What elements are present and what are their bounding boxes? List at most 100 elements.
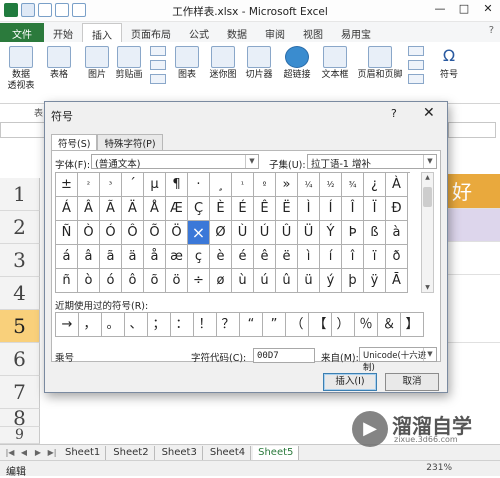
- tab-data[interactable]: 数据: [218, 23, 256, 42]
- maximize-button[interactable]: □: [456, 2, 472, 15]
- recent-symbol-cell[interactable]: ％: [355, 313, 378, 337]
- symbol-cell[interactable]: è: [210, 245, 232, 269]
- recent-symbol-cell[interactable]: （: [286, 313, 309, 337]
- font-select[interactable]: (普通文本) ▼: [91, 154, 259, 170]
- help-icon[interactable]: ?: [489, 25, 494, 36]
- symbol-cell[interactable]: í: [320, 245, 342, 269]
- symbol-button[interactable]: Ω 符号: [430, 46, 468, 81]
- hyperlink-button[interactable]: 超链接: [278, 46, 316, 81]
- symbol-cell[interactable]: ¸: [210, 173, 232, 197]
- from-select[interactable]: Unicode(十六进制) ▼: [359, 347, 437, 373]
- sheet-tab-1[interactable]: Sheet1: [60, 445, 107, 460]
- symbol-cell[interactable]: Û: [276, 221, 298, 245]
- symbol-cell[interactable]: á: [56, 245, 78, 269]
- symbol-cell[interactable]: ±: [56, 173, 78, 197]
- subset-select[interactable]: 拉丁语-1 增补 ▼: [307, 154, 437, 170]
- symbol-cell[interactable]: ÿ: [364, 269, 386, 293]
- symbol-cell[interactable]: É: [232, 197, 254, 221]
- tab-formulas[interactable]: 公式: [180, 23, 218, 42]
- symbol-cell[interactable]: Ë: [276, 197, 298, 221]
- symbol-cell[interactable]: ì: [298, 245, 320, 269]
- scroll-down-icon[interactable]: ▼: [422, 284, 433, 291]
- table-button[interactable]: 表格: [40, 46, 78, 81]
- recent-symbol-cell[interactable]: ：: [171, 313, 194, 337]
- symbol-cell[interactable]: Ā: [386, 269, 408, 293]
- dialog-close-button[interactable]: ✕: [423, 105, 435, 121]
- symbol-cell[interactable]: ý: [320, 269, 342, 293]
- symbol-cell[interactable]: ·: [188, 173, 210, 197]
- zoom-level[interactable]: 231%: [426, 463, 452, 473]
- recent-symbol-cell[interactable]: ＆: [378, 313, 401, 337]
- symbol-cell[interactable]: õ: [144, 269, 166, 293]
- recent-symbol-cell[interactable]: ”: [263, 313, 286, 337]
- symbol-cell[interactable]: Í: [320, 197, 342, 221]
- symbol-cell[interactable]: Ì: [298, 197, 320, 221]
- scroll-thumb[interactable]: [423, 187, 432, 207]
- symbol-cell[interactable]: ü: [298, 269, 320, 293]
- symbol-cell[interactable]: Õ: [144, 221, 166, 245]
- shapes-icon[interactable]: [150, 46, 166, 56]
- symbol-cell[interactable]: µ: [144, 173, 166, 197]
- symbol-cell[interactable]: Ú: [254, 221, 276, 245]
- symbol-cell[interactable]: Ó: [100, 221, 122, 245]
- sheet-tab-5[interactable]: Sheet5: [253, 445, 300, 460]
- tab-home[interactable]: 开始: [44, 23, 82, 42]
- symbol-cell[interactable]: û: [276, 269, 298, 293]
- row-header-1[interactable]: 1: [0, 178, 40, 211]
- dialog-help-button[interactable]: ?: [391, 107, 397, 120]
- symbol-cell[interactable]: Ø: [210, 221, 232, 245]
- recent-symbol-cell[interactable]: →: [56, 313, 79, 337]
- tab-file[interactable]: 文件: [0, 23, 44, 42]
- symbol-cell[interactable]: ¹: [232, 173, 254, 197]
- recent-symbol-cell[interactable]: 。: [102, 313, 125, 337]
- symbol-cell[interactable]: ù: [232, 269, 254, 293]
- symbol-cell[interactable]: Æ: [166, 197, 188, 221]
- signature-icon[interactable]: [408, 60, 424, 70]
- symbol-cell[interactable]: ð: [386, 245, 408, 269]
- tab-review[interactable]: 审阅: [256, 23, 294, 42]
- symbol-cell[interactable]: ã: [100, 245, 122, 269]
- recent-symbol-cell[interactable]: ，: [79, 313, 102, 337]
- symbol-cell[interactable]: é: [232, 245, 254, 269]
- pivot-table-button[interactable]: 数据 透视表: [2, 46, 40, 92]
- recent-symbol-cell[interactable]: 】: [401, 313, 424, 337]
- row-header-3[interactable]: 3: [0, 244, 40, 277]
- symbol-cell[interactable]: ä: [122, 245, 144, 269]
- symbol-cell[interactable]: ÷: [188, 269, 210, 293]
- symbol-cell[interactable]: Ä: [122, 197, 144, 221]
- chart-button[interactable]: 图表: [168, 46, 206, 81]
- symbol-cell[interactable]: Ã: [100, 197, 122, 221]
- row-header-2[interactable]: 2: [0, 211, 40, 244]
- symbol-cell[interactable]: ½: [320, 173, 342, 197]
- symbol-cell[interactable]: ¿: [364, 173, 386, 197]
- symbol-cell[interactable]: å: [144, 245, 166, 269]
- symbol-cell[interactable]: þ: [342, 269, 364, 293]
- symbol-cell[interactable]: À: [386, 173, 408, 197]
- symbol-cell[interactable]: Á: [56, 197, 78, 221]
- row-header-8[interactable]: 8: [0, 408, 40, 428]
- symbol-grid-scrollbar[interactable]: ▲ ▼: [421, 172, 434, 293]
- tab-easy[interactable]: 易用宝: [332, 23, 380, 42]
- recent-symbol-cell[interactable]: ；: [148, 313, 171, 337]
- recent-symbol-cell[interactable]: “: [240, 313, 263, 337]
- symbol-cell[interactable]: ò: [78, 269, 100, 293]
- tab-insert[interactable]: 插入: [82, 23, 122, 42]
- symbol-cell[interactable]: ³: [100, 173, 122, 197]
- cell-row-2[interactable]: [447, 209, 500, 242]
- symbol-cell[interactable]: »: [276, 173, 298, 197]
- tab-symbols[interactable]: 符号(S): [51, 134, 98, 150]
- smartart-icon[interactable]: [150, 60, 166, 70]
- symbol-cell[interactable]: ô: [122, 269, 144, 293]
- formula-bar[interactable]: [448, 122, 496, 138]
- sheet-tab-3[interactable]: Sheet3: [157, 445, 203, 460]
- recent-symbol-cell[interactable]: 【: [309, 313, 332, 337]
- symbol-cell[interactable]: ë: [276, 245, 298, 269]
- symbol-cell[interactable]: ê: [254, 245, 276, 269]
- row-header-6[interactable]: 6: [0, 343, 40, 376]
- symbol-cell[interactable]: ñ: [56, 269, 78, 293]
- recent-symbol-cell[interactable]: ！: [194, 313, 217, 337]
- symbol-cell[interactable]: Ö: [166, 221, 188, 245]
- symbol-cell[interactable]: ú: [254, 269, 276, 293]
- close-button[interactable]: ✕: [480, 2, 496, 15]
- symbol-cell[interactable]: æ: [166, 245, 188, 269]
